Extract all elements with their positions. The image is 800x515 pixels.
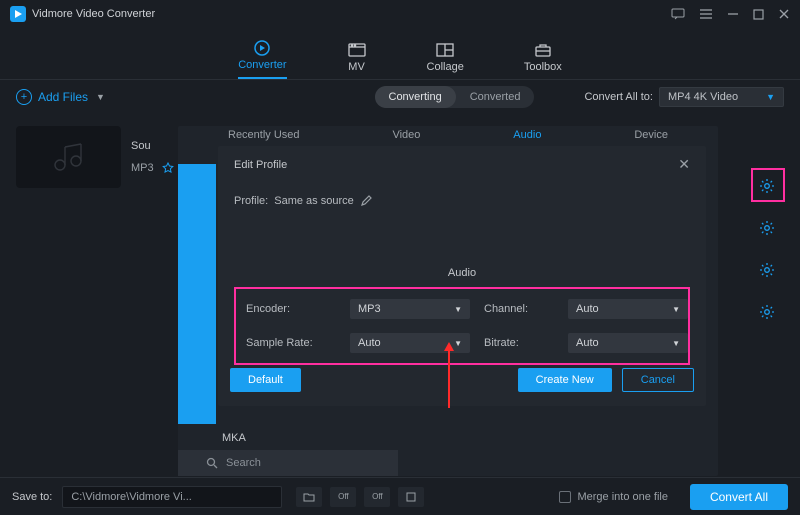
cancel-button[interactable]: Cancel	[622, 368, 694, 392]
chevron-down-icon: ▼	[454, 339, 462, 348]
folder-open-icon[interactable]	[296, 487, 322, 507]
category-recent[interactable]: Recently Used	[228, 129, 300, 141]
gpu-off-button[interactable]: Off	[364, 487, 390, 507]
app-title: Vidmore Video Converter	[32, 8, 155, 20]
maximize-icon[interactable]	[753, 9, 764, 20]
category-video[interactable]: Video	[392, 129, 420, 141]
converting-tab[interactable]: Converting	[375, 86, 456, 108]
feedback-icon[interactable]	[671, 8, 685, 20]
profile-panel-bottom: MKA Search	[178, 426, 398, 476]
save-to-label: Save to:	[12, 491, 52, 503]
toolbar: + Add Files ▼ Converting Converted Conve…	[0, 80, 800, 114]
merge-checkbox[interactable]: Merge into one file	[559, 491, 668, 503]
edit-icon[interactable]	[360, 195, 372, 207]
convert-all-to: Convert All to: MP4 4K Video ▼	[584, 87, 784, 107]
profile-search[interactable]: Search	[178, 450, 398, 476]
profile-label: Profile:	[234, 195, 268, 207]
chevron-down-icon: ▼	[672, 305, 680, 314]
side-gear-column	[756, 175, 778, 323]
gear-icon[interactable]	[756, 175, 778, 197]
mv-icon	[347, 41, 367, 59]
profile-category-strip: Recently Used Video Audio Device	[178, 126, 718, 144]
toolbox-icon	[533, 41, 553, 59]
footer: Save to: C:\Vidmore\Vidmore Vi... Off Of…	[0, 477, 800, 515]
default-button[interactable]: Default	[230, 368, 301, 392]
edit-profile-dialog: Edit Profile ✕ Profile: Same as source A…	[218, 146, 706, 406]
encoder-label: Encoder:	[246, 303, 336, 315]
channel-select[interactable]: Auto▼	[568, 299, 688, 319]
file-thumbnail	[16, 126, 121, 188]
tab-label: MV	[348, 61, 365, 73]
checkbox-icon	[559, 491, 571, 503]
converter-icon	[252, 39, 272, 57]
tab-converter[interactable]: Converter	[238, 39, 286, 79]
gear-icon[interactable]	[756, 301, 778, 323]
file-format-label: MP3	[131, 162, 154, 174]
titlebar: Vidmore Video Converter	[0, 0, 800, 28]
convert-all-button[interactable]: Convert All	[690, 484, 788, 510]
menu-icon[interactable]	[699, 9, 713, 19]
profile-row: Profile: Same as source	[234, 195, 690, 207]
encoder-select[interactable]: MP3▼	[350, 299, 470, 319]
status-pill: Converting Converted	[375, 86, 535, 108]
chevron-down-icon: ▼	[672, 339, 680, 348]
convert-all-label: Convert All to:	[584, 91, 652, 103]
window-controls	[671, 8, 790, 20]
add-files-button[interactable]: + Add Files ▼	[16, 89, 105, 105]
add-files-label: Add Files	[38, 90, 88, 104]
chevron-down-icon: ▼	[454, 305, 462, 314]
bitrate-label: Bitrate:	[484, 337, 554, 349]
close-icon[interactable]: ✕	[678, 156, 690, 173]
chevron-down-icon: ▼	[96, 92, 105, 102]
hw-accel-off-button[interactable]: Off	[330, 487, 356, 507]
task-settings-icon[interactable]	[398, 487, 424, 507]
profile-panel: Recently Used Video Audio Device Edit Pr…	[178, 126, 718, 476]
merge-label: Merge into one file	[577, 491, 668, 503]
tab-collage[interactable]: Collage	[427, 41, 464, 79]
tab-label: Collage	[427, 61, 464, 73]
tab-label: Converter	[238, 59, 286, 71]
category-audio[interactable]: Audio	[513, 129, 541, 141]
create-new-button[interactable]: Create New	[518, 368, 612, 392]
save-path-input[interactable]: C:\Vidmore\Vidmore Vi...	[62, 486, 282, 508]
search-icon	[206, 457, 218, 469]
tab-mv[interactable]: MV	[347, 41, 367, 79]
converted-tab[interactable]: Converted	[456, 86, 535, 108]
tab-toolbox[interactable]: Toolbox	[524, 41, 562, 79]
profile-sidebar-active[interactable]	[178, 164, 216, 424]
collage-icon	[435, 41, 455, 59]
app-logo-icon	[10, 6, 26, 22]
samplerate-label: Sample Rate:	[246, 337, 336, 349]
main-nav: Converter MV Collage Toolbox	[0, 28, 800, 80]
plus-icon: +	[16, 89, 32, 105]
column-header-source: Sou	[131, 140, 174, 152]
format-item-mka[interactable]: MKA	[178, 426, 398, 450]
edit-profile-buttons: Default Create New Cancel	[230, 368, 694, 392]
audio-section-header: Audio	[234, 267, 690, 279]
bitrate-select[interactable]: Auto▼	[568, 333, 688, 353]
audio-settings-box: Encoder: MP3▼ Channel: Auto▼ Sample Rate…	[234, 287, 690, 365]
annotation-arrow	[448, 350, 450, 408]
minimize-icon[interactable]	[727, 8, 739, 20]
edit-profile-title: Edit Profile	[234, 159, 287, 171]
chevron-down-icon: ▼	[766, 92, 775, 102]
convert-all-format-dropdown[interactable]: MP4 4K Video ▼	[659, 87, 784, 107]
star-icon[interactable]	[162, 162, 174, 174]
channel-label: Channel:	[484, 303, 554, 315]
close-icon[interactable]	[778, 8, 790, 20]
gear-icon[interactable]	[756, 259, 778, 281]
category-device[interactable]: Device	[634, 129, 668, 141]
profile-value: Same as source	[274, 195, 353, 207]
tab-label: Toolbox	[524, 61, 562, 73]
gear-icon[interactable]	[756, 217, 778, 239]
search-placeholder: Search	[226, 457, 261, 469]
convert-all-format-value: MP4 4K Video	[668, 91, 738, 103]
